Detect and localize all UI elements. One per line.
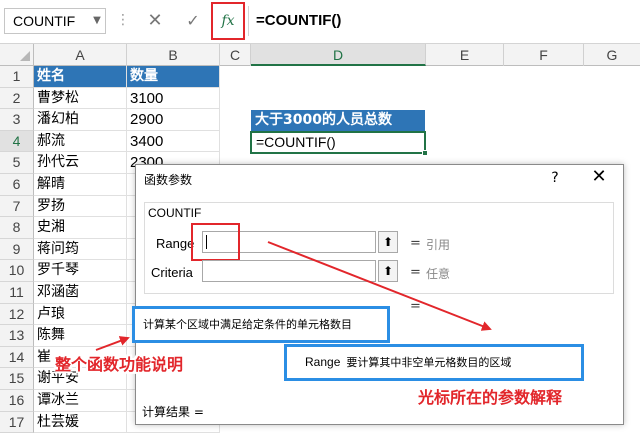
row-header-9[interactable]: 9	[0, 238, 34, 261]
range-equals: =	[410, 236, 421, 251]
formula-bar-divider	[248, 6, 249, 36]
cell-name[interactable]: 罗千琴	[34, 260, 127, 282]
cell-name[interactable]: 孙代云	[34, 152, 127, 174]
cell-quantity[interactable]: 3100	[127, 87, 220, 110]
cell-quantity[interactable]: 3400	[127, 130, 220, 153]
column-header-f[interactable]: F	[504, 44, 584, 66]
check-icon[interactable]: ✓	[178, 8, 208, 34]
range-hint: 引用	[426, 238, 451, 252]
arg-label-criteria: Criteria	[151, 265, 193, 280]
row-header-12[interactable]: 12	[0, 303, 34, 326]
annotation-arg-desc: 光标所在的参数解释	[418, 388, 563, 407]
arg-label-range: Range	[156, 236, 195, 251]
cell-name[interactable]: 郝流	[34, 130, 127, 153]
result-equals: =	[410, 299, 421, 314]
row-header-4[interactable]: 4	[0, 130, 34, 153]
cell-quantity[interactable]: 2900	[127, 109, 220, 131]
result-label: 计算结果 =	[142, 405, 204, 419]
cancel-icon[interactable]: ✕	[140, 8, 170, 34]
cell-name[interactable]: 邓涵菡	[34, 282, 127, 304]
arg-name: Range	[305, 355, 341, 369]
cell-d4-active[interactable]: =COUNTIF()	[250, 131, 426, 154]
cell-name[interactable]: 罗扬	[34, 195, 127, 218]
collapse-dialog-icon[interactable]: ⬆	[378, 260, 398, 282]
function-description-box: 计算某个区域中满足给定条件的单元格数目	[132, 306, 390, 343]
cell-name[interactable]: 潘幻柏	[34, 109, 127, 131]
criteria-input[interactable]	[202, 260, 376, 282]
select-all-triangle-icon	[20, 51, 30, 61]
row-header-16[interactable]: 16	[0, 390, 34, 412]
column-header-g[interactable]: G	[584, 44, 640, 66]
annotation-function-desc: 整个函数功能说明	[55, 355, 184, 374]
fx-highlight-box	[211, 2, 245, 40]
argument-description-box: Range 要计算其中非空单元格数目的区域	[284, 344, 584, 381]
row-header-15[interactable]: 15	[0, 368, 34, 390]
cell-name[interactable]: 杜芸媛	[34, 411, 127, 433]
help-icon[interactable]: ?	[548, 170, 562, 186]
cell-d3-label[interactable]: 大于3000的人员总数	[251, 110, 425, 131]
fill-handle[interactable]	[422, 150, 428, 156]
collapse-dialog-icon[interactable]: ⬆	[378, 231, 398, 253]
row-header-7[interactable]: 7	[0, 195, 34, 218]
function-name: COUNTIF	[148, 206, 202, 220]
row-header-5[interactable]: 5	[0, 152, 34, 174]
dialog-title: 函数参数	[144, 173, 193, 187]
column-header-e[interactable]: E	[426, 44, 504, 66]
cell-a1-header[interactable]: 姓名	[34, 66, 127, 88]
cell-name[interactable]: 曹梦松	[34, 87, 127, 110]
column-header-b[interactable]: B	[127, 44, 220, 66]
row-header-8[interactable]: 8	[0, 217, 34, 239]
row-header-13[interactable]: 13	[0, 325, 34, 347]
cell-name[interactable]: 谭冰兰	[34, 390, 127, 412]
column-header-a[interactable]: A	[34, 44, 127, 66]
criteria-hint: 任意	[426, 267, 451, 281]
cell-b1-header[interactable]: 数量	[127, 66, 220, 88]
formula-input[interactable]: =COUNTIF()	[256, 8, 636, 34]
cell-name[interactable]: 解晴	[34, 174, 127, 196]
cell-name[interactable]: 蒋问筠	[34, 238, 127, 261]
cell-name[interactable]: 陈舞	[34, 325, 127, 347]
row-header-2[interactable]: 2	[0, 87, 34, 110]
row-header-3[interactable]: 3	[0, 109, 34, 131]
row-header-11[interactable]: 11	[0, 282, 34, 304]
row-header-6[interactable]: 6	[0, 174, 34, 196]
column-header-d[interactable]: D	[251, 44, 426, 66]
grip-icon: ⋮	[116, 12, 130, 28]
row-header-10[interactable]: 10	[0, 260, 34, 282]
row-header-14[interactable]: 14	[0, 346, 34, 369]
chevron-down-icon[interactable]: ▼	[88, 8, 106, 34]
close-icon[interactable]: ✕	[588, 166, 610, 187]
range-highlight-box	[191, 223, 240, 261]
arg-description: 要计算其中非空单元格数目的区域	[346, 356, 512, 369]
row-header-17[interactable]: 17	[0, 411, 34, 433]
row-header-1[interactable]: 1	[0, 66, 34, 88]
cell-name[interactable]: 史湘	[34, 217, 127, 239]
cell-name[interactable]: 卢琅	[34, 303, 127, 326]
criteria-equals: =	[410, 265, 421, 280]
column-header-c[interactable]: C	[220, 44, 251, 66]
